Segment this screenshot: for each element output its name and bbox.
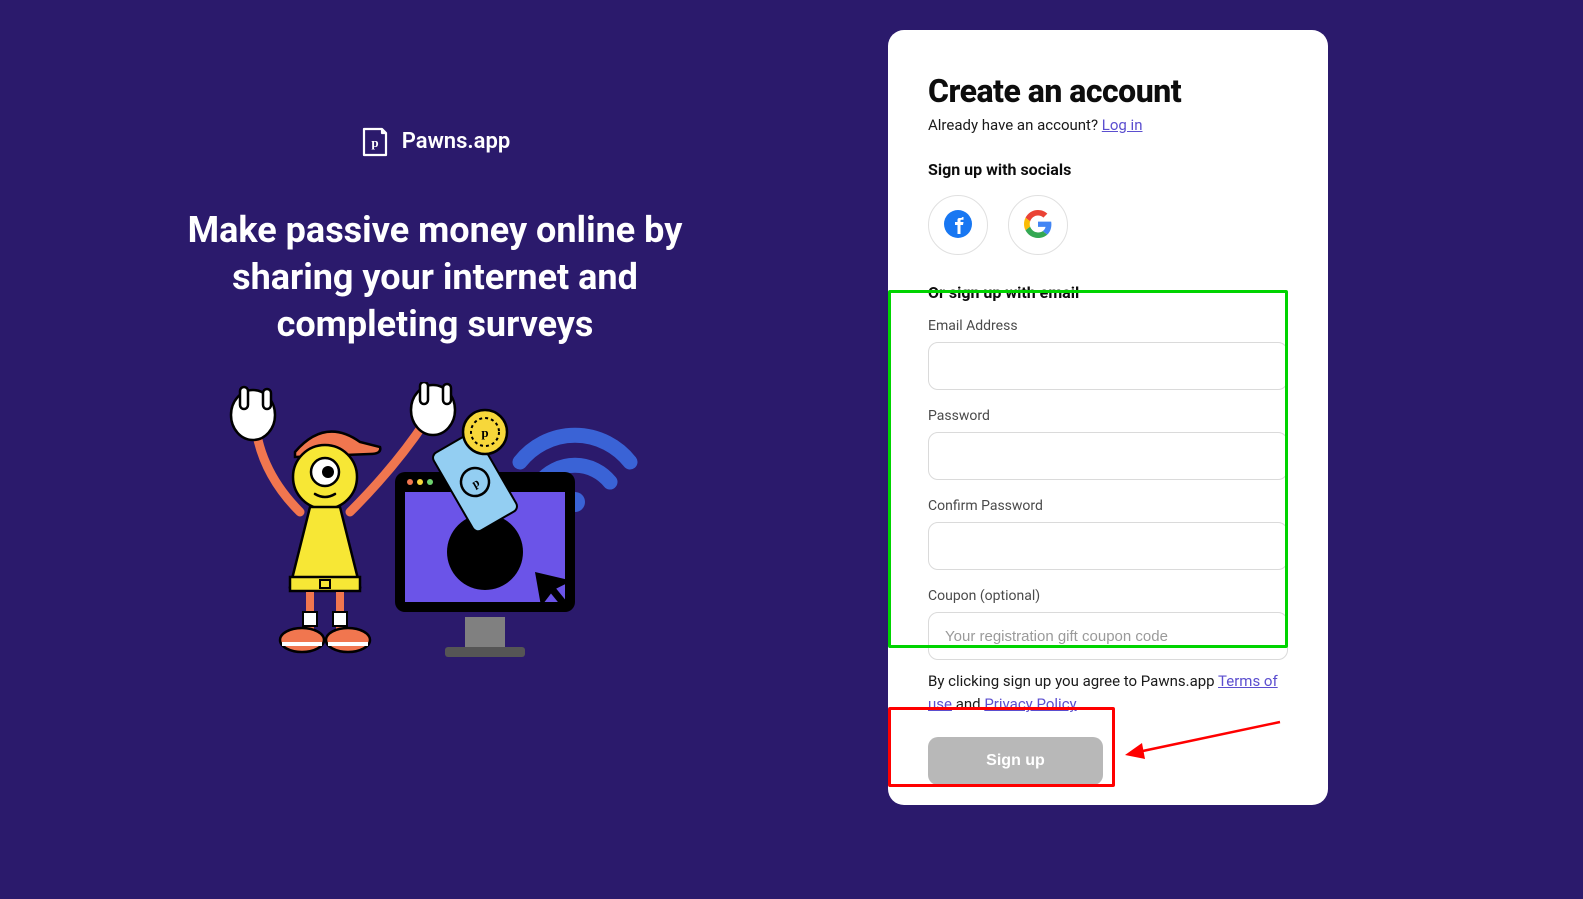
google-icon [1024, 210, 1052, 241]
email-label: Email Address [928, 318, 1288, 334]
facebook-icon [943, 209, 973, 242]
coupon-label: Coupon (optional) [928, 588, 1288, 604]
email-signup-label: Or sign up with email [928, 283, 1288, 302]
already-have-account: Already have an account? Log in [928, 116, 1288, 134]
hero-illustration: p p [195, 382, 675, 672]
svg-text:p: p [481, 425, 488, 440]
privacy-policy-link[interactable]: Privacy Policy [984, 695, 1076, 713]
svg-text:p: p [371, 135, 378, 150]
google-button[interactable] [1008, 195, 1068, 255]
password-label: Password [928, 408, 1288, 424]
brand-logo: p Pawns.app [360, 125, 510, 157]
social-buttons-row [928, 195, 1288, 255]
signup-card: Create an account Already have an accoun… [888, 30, 1328, 805]
already-text: Already have an account? [928, 116, 1102, 134]
facebook-button[interactable] [928, 195, 988, 255]
password-input[interactable] [928, 432, 1288, 480]
email-input[interactable] [928, 342, 1288, 390]
socials-label: Sign up with socials [928, 160, 1288, 179]
hero-headline: Make passive money online by sharing you… [160, 207, 710, 347]
confirm-password-input[interactable] [928, 522, 1288, 570]
hero-panel: p Pawns.app Make passive money online by… [0, 0, 870, 899]
terms-prefix: By clicking sign up you agree to Pawns.a… [928, 672, 1218, 690]
signup-button[interactable]: Sign up [928, 737, 1103, 785]
login-link[interactable]: Log in [1102, 116, 1143, 134]
confirm-password-label: Confirm Password [928, 498, 1288, 514]
card-title: Create an account [928, 72, 1288, 110]
terms-text: By clicking sign up you agree to Pawns.a… [928, 670, 1288, 717]
coupon-input[interactable] [928, 612, 1288, 660]
brand-name: Pawns.app [402, 129, 510, 154]
terms-and: and [952, 695, 984, 713]
pawns-logo-icon: p [360, 125, 390, 157]
